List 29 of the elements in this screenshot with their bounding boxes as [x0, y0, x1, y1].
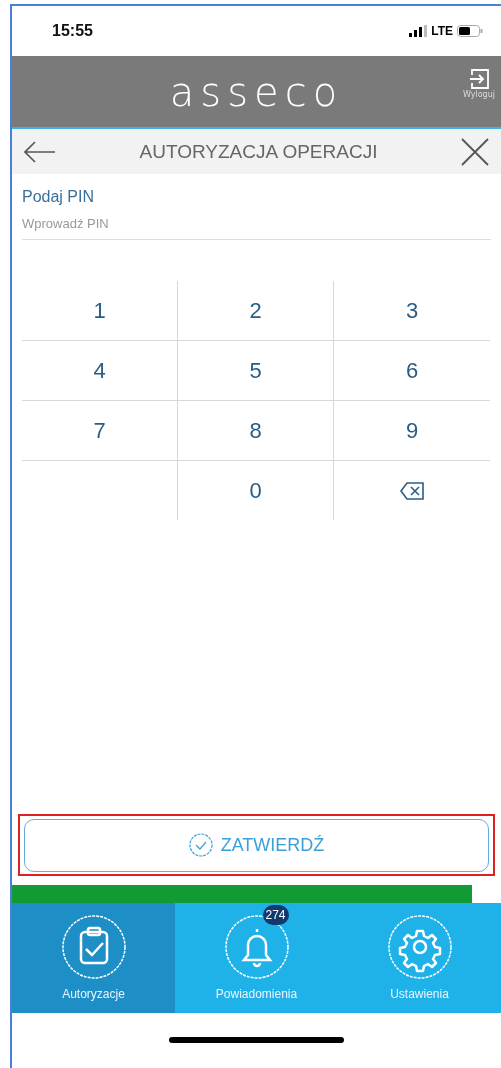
back-button[interactable]: [24, 140, 56, 163]
clipboard-icon: [61, 915, 126, 979]
back-arrow-icon: [24, 140, 56, 163]
status-time: 15:55: [52, 22, 93, 40]
keypad-key[interactable]: 6: [334, 341, 490, 400]
keypad-key[interactable]: 7: [22, 401, 177, 460]
close-icon: [461, 137, 489, 166]
backspace-icon: [400, 481, 424, 500]
keypad-key[interactable]: 5: [178, 341, 333, 400]
logo: asseco: [169, 68, 344, 115]
keypad-key[interactable]: 4: [22, 341, 177, 400]
notification-badge: 274: [262, 905, 289, 925]
screen-title: AUTORYZACJA OPERACJI: [139, 140, 378, 163]
signal-icon: [409, 25, 428, 37]
network-label: LTE: [431, 24, 453, 38]
keypad-key[interactable]: 8: [178, 401, 333, 460]
close-button[interactable]: [461, 137, 489, 166]
pin-input-field[interactable]: Wprowadź PIN: [22, 206, 491, 240]
keypad-key[interactable]: 9: [334, 401, 490, 460]
settings-icon: [387, 915, 452, 979]
keypad-key[interactable]: 2: [178, 281, 333, 340]
keypad-key[interactable]: 0: [178, 461, 333, 520]
pin-label: Podaj PIN: [22, 188, 96, 206]
check-circle-icon: [188, 833, 213, 857]
battery-icon: [457, 25, 483, 37]
nav-tab[interactable]: 274 Powiadomienia: [175, 903, 338, 1013]
logout-icon: [468, 68, 490, 90]
keypad-key[interactable]: 3: [334, 281, 490, 340]
keypad-key[interactable]: 1: [22, 281, 177, 340]
